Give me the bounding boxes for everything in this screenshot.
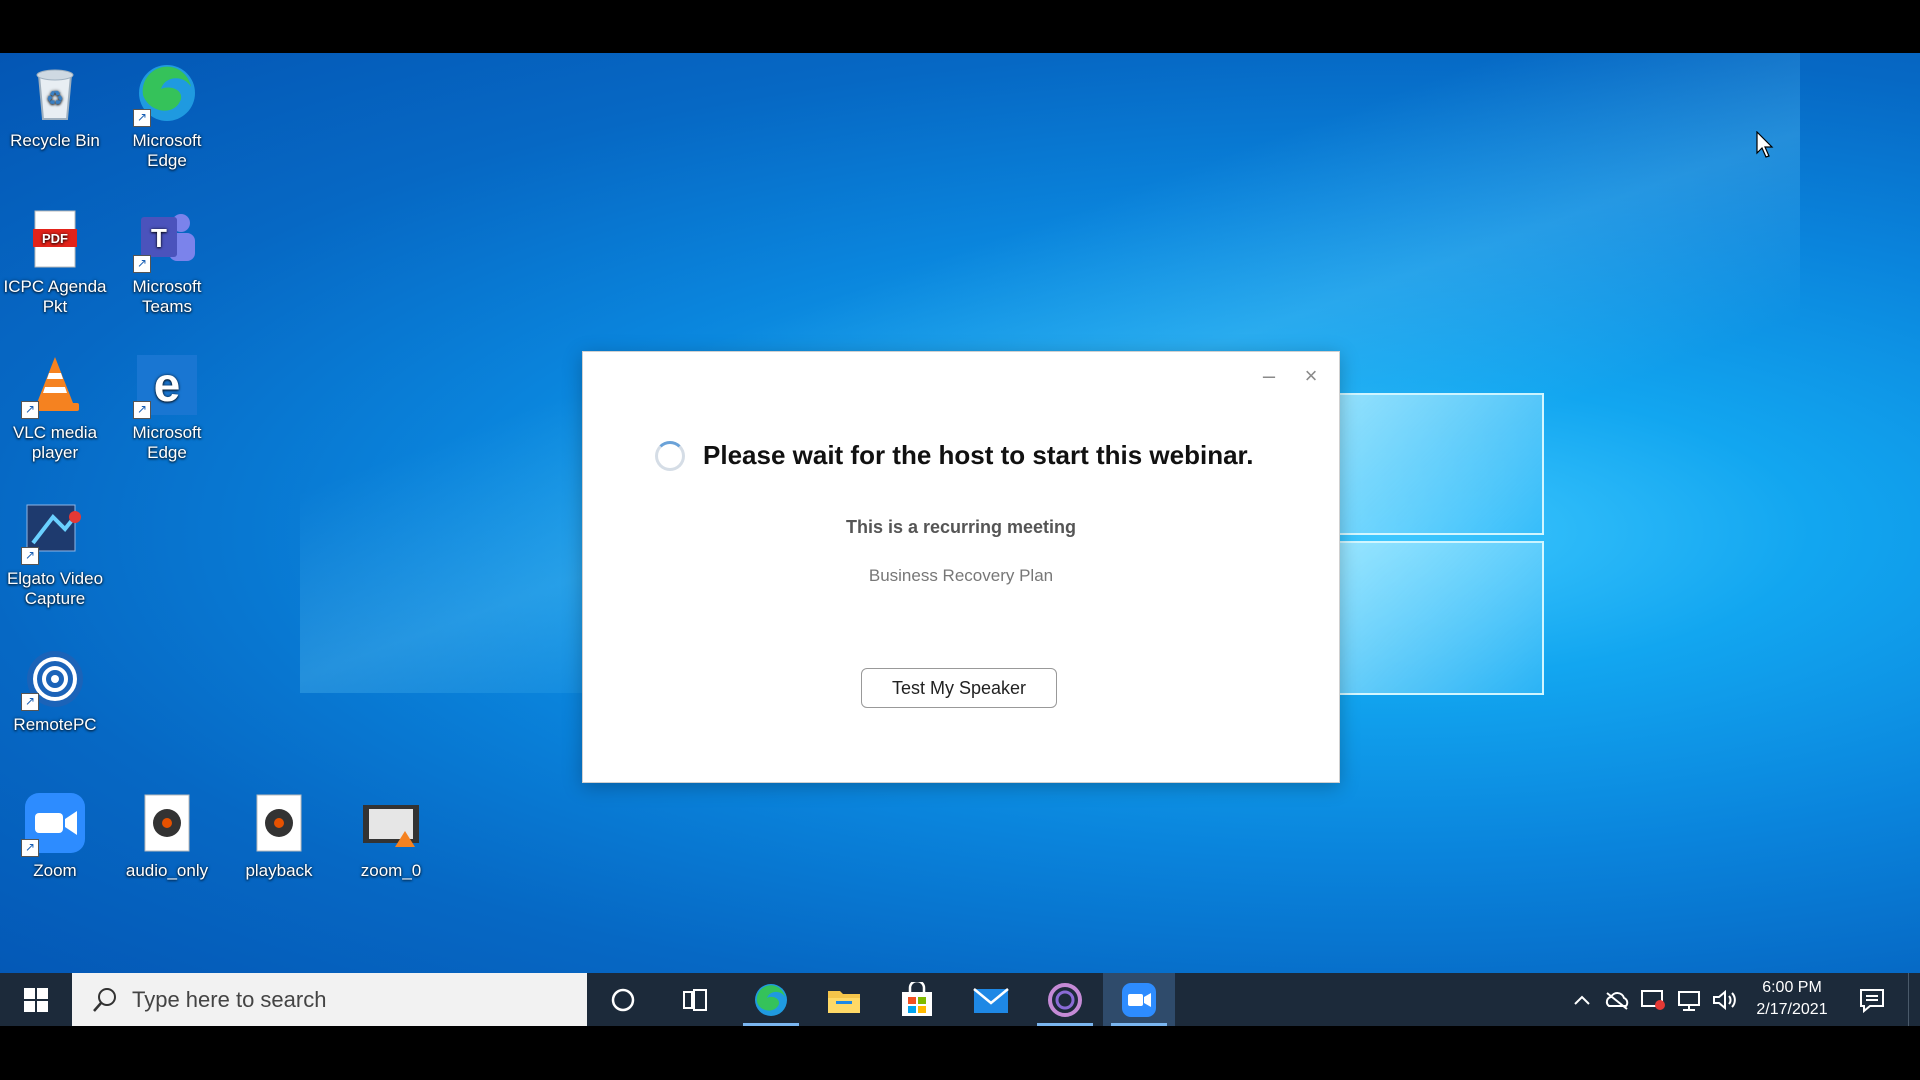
show-hidden-icons-button[interactable] (1566, 973, 1598, 1026)
taskbar-zoom[interactable] (1103, 973, 1175, 1026)
desktop-icon-vlc[interactable]: ↗ VLC media player (0, 353, 110, 463)
action-center-button[interactable] (1850, 973, 1894, 1026)
letterbox-bottom (0, 1026, 1920, 1080)
desktop-icon-recycle-bin[interactable]: ♻ Recycle Bin (0, 61, 110, 151)
elgato-icon: ↗ (21, 499, 87, 565)
desktop-icon-label: Microsoft Teams (132, 277, 202, 316)
svg-text:T: T (151, 223, 167, 253)
letterbox-top (0, 0, 1920, 53)
desktop-icon-label: audio_only (125, 861, 209, 880)
task-view-icon (683, 988, 707, 1011)
onedrive-icon (1605, 991, 1629, 1010)
desktop-icon-microsoft-teams[interactable]: T ↗ Microsoft Teams (112, 207, 222, 317)
desktop-icon-label: Zoom (33, 861, 77, 880)
taskbar-search-box[interactable]: Type here to search (72, 973, 587, 1026)
desktop-icon-remotepc[interactable]: ↗ RemotePC (0, 645, 110, 735)
shortcut-arrow-icon: ↗ (133, 401, 151, 419)
desktop-icon-label: Elgato Video Capture (6, 569, 104, 608)
mail-icon (973, 987, 1009, 1013)
remotepc-icon: ↗ (21, 645, 87, 711)
pdf-file-icon: PDF (23, 207, 87, 271)
desktop-icon-label: VLC media player (12, 423, 98, 462)
network-tray[interactable] (1672, 973, 1706, 1026)
taskbar-store[interactable] (881, 973, 953, 1026)
desktop-icon-zoom[interactable]: ↗ Zoom (0, 791, 110, 881)
media-file-icon (247, 791, 311, 855)
notification-icon (1860, 988, 1884, 1013)
test-speaker-button[interactable]: Test My Speaker (861, 668, 1057, 708)
security-alert-icon (1641, 989, 1665, 1010)
desktop-icon-label: RemotePC (13, 715, 97, 734)
desktop-icon-label: Recycle Bin (10, 131, 100, 150)
taskbar-mail[interactable] (955, 973, 1027, 1026)
taskbar-file-explorer[interactable] (808, 973, 880, 1026)
desktop-icon-playback[interactable]: playback (224, 791, 334, 881)
mouse-cursor-icon (1756, 131, 1774, 158)
shortcut-arrow-icon: ↗ (21, 839, 39, 857)
shortcut-arrow-icon: ↗ (133, 255, 151, 273)
desktop-icon-audio-only[interactable]: audio_only (112, 791, 222, 881)
show-desktop-button[interactable] (1908, 973, 1920, 1026)
wait-message: Please wait for the host to start this w… (703, 440, 1254, 470)
edge-icon: ↗ (133, 61, 199, 127)
clock-time: 6:00 PM (1762, 979, 1822, 996)
clock-date: 2/17/2021 (1756, 1001, 1828, 1018)
taskbar-edge[interactable] (735, 973, 807, 1026)
app-icon (1048, 982, 1082, 1017)
cortana-button[interactable] (587, 973, 659, 1026)
store-icon (902, 981, 932, 1016)
volume-icon (1713, 989, 1736, 1010)
minimize-button[interactable]: – (1255, 364, 1283, 388)
desktop-icon-label: zoom_0 (360, 861, 422, 880)
shortcut-arrow-icon: ↗ (133, 109, 151, 127)
taskbar-clock[interactable]: 6:00 PM 2/17/2021 (1742, 977, 1842, 1021)
recurring-label: This is a recurring meeting (845, 517, 1077, 537)
svg-text:PDF: PDF (42, 231, 68, 246)
loading-spinner-icon (655, 440, 685, 471)
svg-text:♻: ♻ (46, 88, 64, 110)
windows-start-icon (24, 987, 48, 1012)
media-file-icon (135, 791, 199, 855)
zoom-icon: ↗ (21, 791, 87, 857)
search-placeholder: Type here to search (132, 986, 327, 1012)
desktop: ♻ Recycle Bin ↗ Microsoft Edge PDF ICPC … (0, 53, 1920, 973)
desktop-icon-elgato[interactable]: ↗ Elgato Video Capture (0, 499, 110, 609)
desktop-icon-icpc-agenda[interactable]: PDF ICPC Agenda Pkt (0, 207, 110, 317)
desktop-icon-label: playback (245, 861, 313, 880)
start-button[interactable] (0, 973, 72, 1026)
meeting-name: Business Recovery Plan (868, 566, 1054, 585)
desktop-icon-zoom-0[interactable]: zoom_0 (336, 791, 446, 881)
desktop-icon-label: ICPC Agenda Pkt (3, 277, 107, 316)
close-button[interactable]: × (1297, 364, 1325, 388)
video-file-icon (359, 791, 423, 855)
windows-wallpaper-logo (1330, 373, 1550, 695)
svg-text:e: e (154, 359, 181, 412)
taskbar: Type here to search 6:00 PM 2/17/2021 (0, 973, 1920, 1026)
desktop-icon-label: Microsoft Edge (132, 131, 202, 170)
security-tray[interactable] (1636, 973, 1670, 1026)
file-explorer-icon (828, 990, 860, 1013)
desktop-icon-label: Microsoft Edge (132, 423, 202, 462)
network-icon (1678, 990, 1700, 1011)
shortcut-arrow-icon: ↗ (21, 547, 39, 565)
desktop-icon-microsoft-edge-legacy[interactable]: e ↗ Microsoft Edge (112, 353, 222, 463)
shortcut-arrow-icon: ↗ (21, 693, 39, 711)
wait-row: Please wait for the host to start this w… (655, 440, 1253, 471)
teams-icon: T ↗ (133, 207, 199, 273)
search-icon (93, 987, 116, 1012)
zoom-waiting-dialog: – × Please wait for the host to start th… (582, 351, 1340, 783)
taskbar-app[interactable] (1029, 973, 1101, 1026)
zoom-icon (1122, 982, 1156, 1017)
desktop-icon-microsoft-edge[interactable]: ↗ Microsoft Edge (112, 61, 222, 171)
recycle-bin-icon: ♻ (23, 61, 87, 125)
vlc-icon: ↗ (21, 353, 87, 419)
volume-tray[interactable] (1708, 973, 1742, 1026)
task-view-button[interactable] (659, 973, 731, 1026)
edge-legacy-icon: e ↗ (133, 353, 199, 419)
edge-icon (755, 983, 787, 1016)
shortcut-arrow-icon: ↗ (21, 401, 39, 419)
onedrive-tray[interactable] (1600, 973, 1634, 1026)
chevron-up-icon (1574, 995, 1590, 1005)
cortana-icon (611, 988, 635, 1011)
